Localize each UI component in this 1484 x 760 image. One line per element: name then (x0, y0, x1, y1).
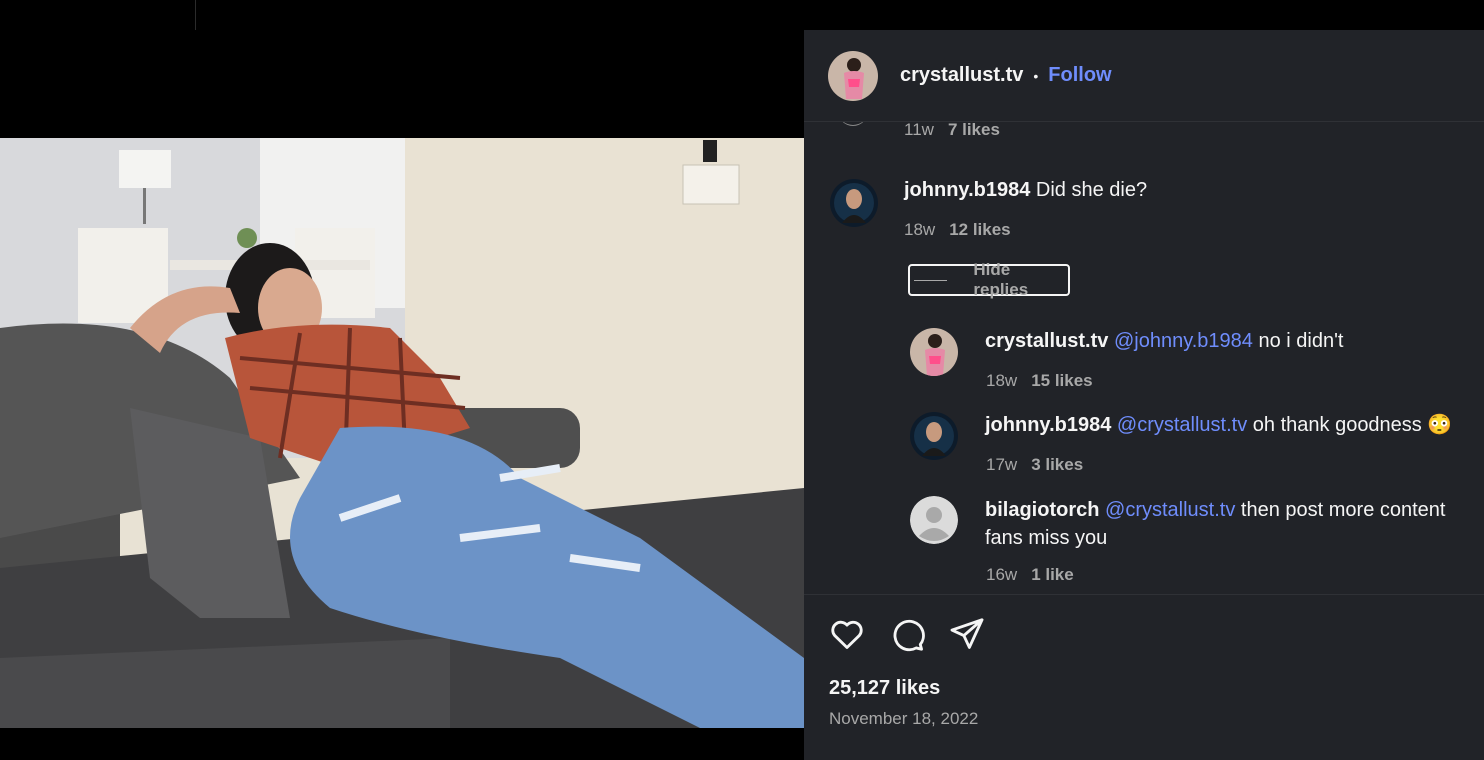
paper-plane-icon (950, 618, 984, 649)
comments-list[interactable]: 11w 7 likes johnny.b1984 Did she die? 18w… (804, 122, 1484, 594)
comment-likes[interactable]: 7 likes (948, 122, 1000, 139)
comment-time: 18w (986, 371, 1018, 390)
commenter-avatar[interactable] (910, 496, 958, 544)
comment-mention[interactable]: @crystallust.tv (1105, 499, 1235, 521)
comment-text: crystallust.tv @johnny.b1984 no i didn't (985, 327, 1343, 376)
comment-meta: 11w 7 likes (904, 122, 1000, 140)
reply-item: bilagiotorch @crystallust.tv then post m… (910, 496, 1480, 552)
comment-username[interactable]: johnny.b1984 (985, 414, 1111, 436)
comment-body: oh thank goodness 😳 (1252, 414, 1453, 436)
comment-mention[interactable]: @johnny.b1984 (1114, 330, 1253, 352)
comment-time: 18w (904, 220, 936, 239)
separator-dot: • (1033, 67, 1039, 84)
comment-meta: 18w 12 likes (904, 220, 1011, 240)
comment-likes[interactable]: 3 likes (1031, 455, 1083, 474)
reply-item: crystallust.tv @johnny.b1984 no i didn't (910, 328, 1343, 376)
comment-likes[interactable]: 1 like (1031, 565, 1074, 584)
comment-username[interactable]: bilagiotorch (985, 499, 1099, 521)
comment-username[interactable]: johnny.b1984 (904, 179, 1030, 201)
commenter-avatar[interactable] (910, 412, 958, 460)
avatar-image (910, 328, 958, 376)
comment-text: bilagiotorch @crystallust.tv then post m… (985, 496, 1475, 552)
comment-username[interactable]: crystallust.tv (985, 330, 1108, 352)
comment-mention[interactable]: @crystallust.tv (1117, 414, 1247, 436)
post-media (0, 0, 804, 760)
avatar-image (830, 179, 878, 227)
post-photo[interactable] (0, 138, 804, 728)
commenter-avatar[interactable] (910, 328, 958, 376)
like-button[interactable] (828, 615, 866, 653)
divider (914, 279, 948, 281)
comment-time: 17w (986, 455, 1018, 474)
post-actions: 25,127 likes November 18, 2022 (804, 594, 1484, 760)
commenter-avatar[interactable] (830, 179, 878, 227)
comment-body: Did she die? (1035, 179, 1148, 201)
avatar-image (828, 50, 878, 101)
photo-illustration (0, 138, 804, 728)
share-button[interactable] (948, 615, 986, 653)
comment-meta: 18w 15 likes (986, 371, 1093, 391)
reply-item: johnny.b1984 @crystallust.tv oh thank go… (910, 412, 1452, 460)
hide-replies-label: Hide replies (973, 260, 1029, 299)
post-date: November 18, 2022 (829, 709, 979, 728)
follow-button[interactable]: Follow (1048, 64, 1111, 87)
comment-time: 16w (986, 565, 1018, 584)
heart-icon (831, 620, 863, 649)
avatar (838, 122, 868, 126)
divider (195, 0, 196, 30)
author-username[interactable]: crystallust.tv (900, 64, 1023, 87)
comment-meta: 16w 1 like (986, 565, 1074, 585)
hide-replies-button[interactable]: Hide replies (908, 260, 1070, 299)
comment-likes[interactable]: 15 likes (1031, 371, 1092, 390)
like-count[interactable]: 25,127 likes (829, 677, 940, 700)
avatar-image (910, 412, 958, 460)
comment-likes[interactable]: 12 likes (949, 220, 1010, 239)
default-avatar-icon (910, 496, 958, 544)
comment-time: 11w (904, 122, 934, 139)
comment-text: johnny.b1984 @crystallust.tv oh thank go… (985, 411, 1452, 460)
comment-meta: 17w 3 likes (986, 455, 1083, 475)
author-avatar[interactable] (828, 50, 878, 101)
comment-body: no i didn't (1258, 330, 1344, 352)
comment-button[interactable] (888, 615, 926, 653)
comment-bubble-icon (893, 619, 925, 652)
post-panel: crystallust.tv • Follow 11w 7 likes johnn… (804, 30, 1484, 760)
post-header: crystallust.tv • Follow (804, 30, 1484, 122)
